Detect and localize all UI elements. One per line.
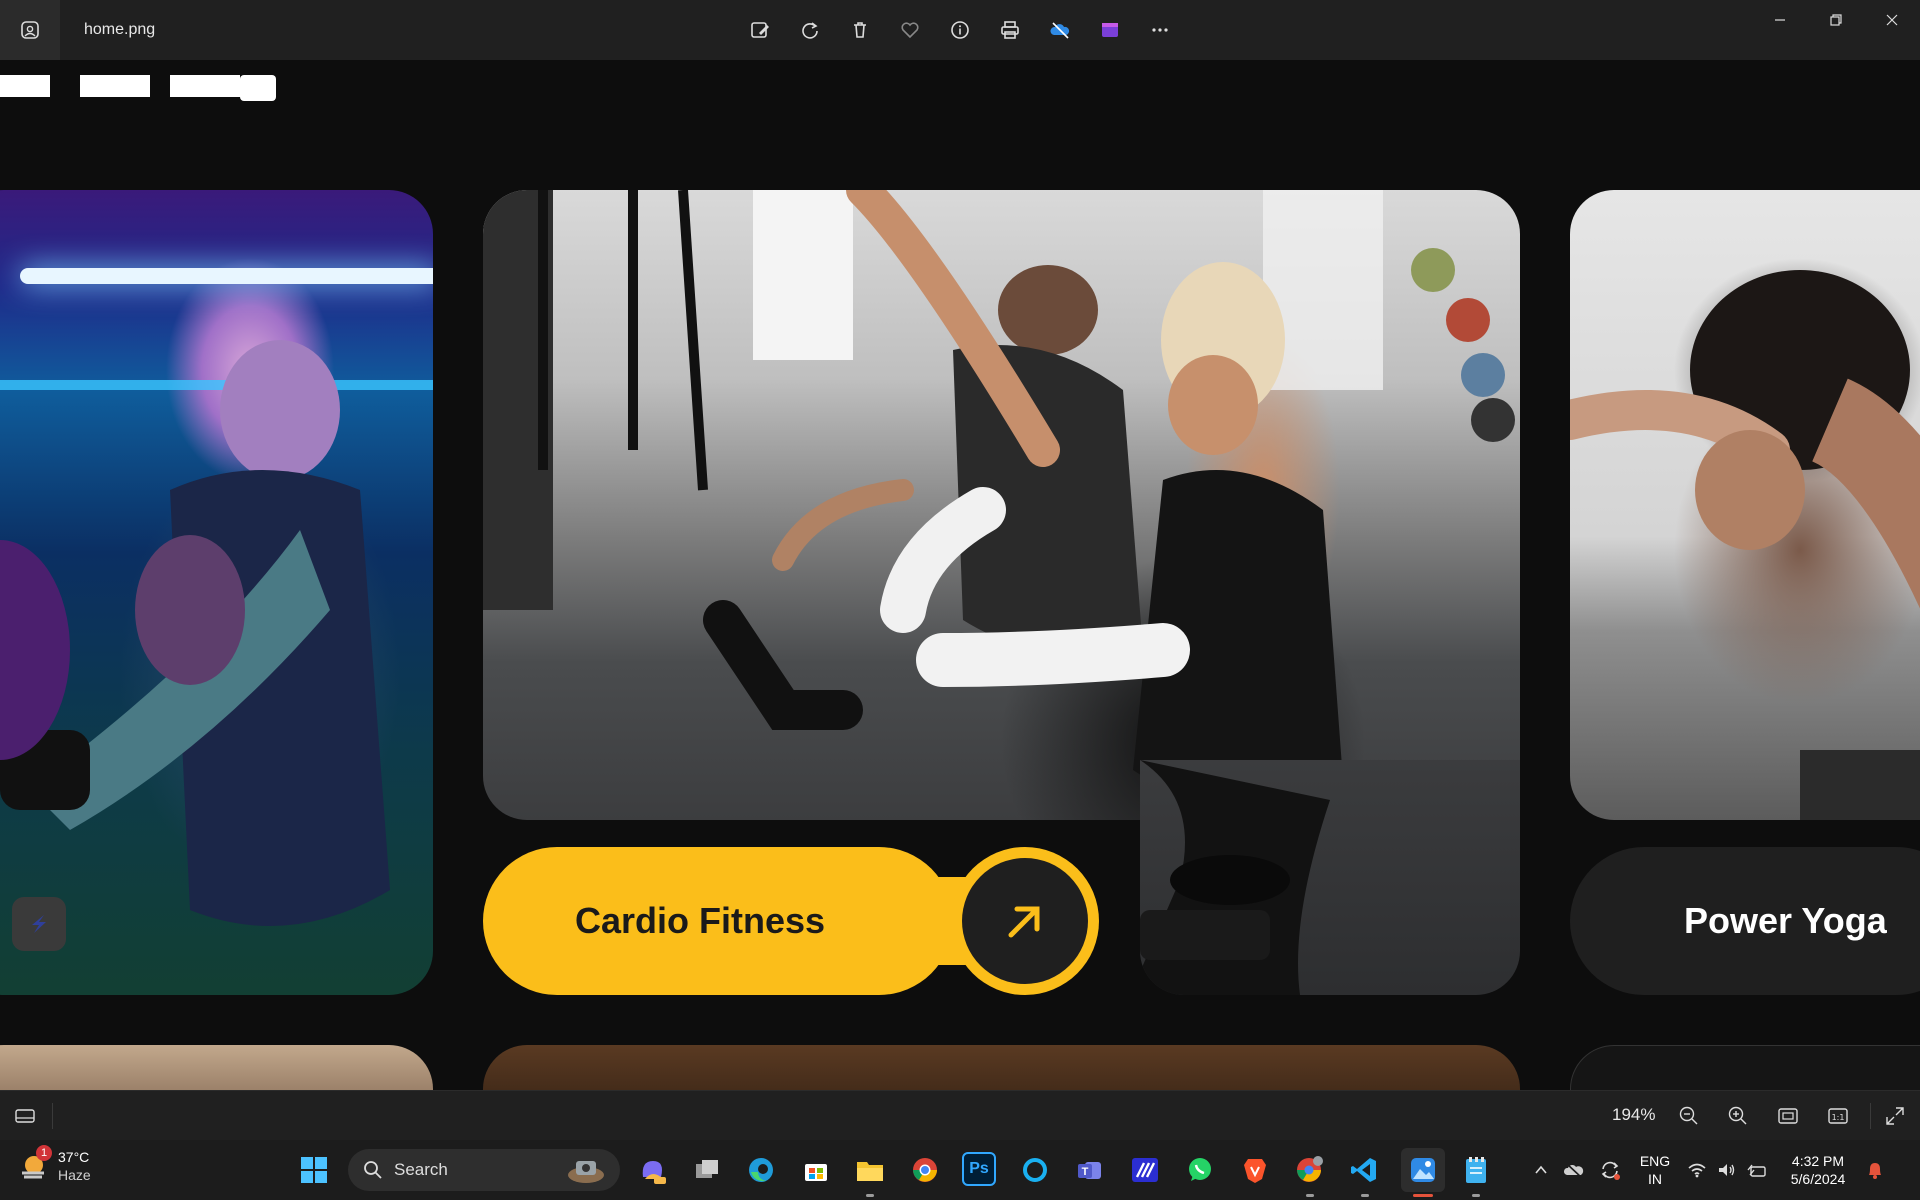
wifi-icon[interactable] xyxy=(1682,1161,1712,1179)
next-row-card xyxy=(0,1045,433,1090)
power-yoga-card-pill: Power Yoga xyxy=(1570,847,1920,995)
filmstrip-icon[interactable] xyxy=(10,1101,40,1131)
weather-condition: Haze xyxy=(58,1167,91,1183)
print-icon[interactable] xyxy=(990,10,1030,50)
sync-icon[interactable] xyxy=(1592,1159,1628,1181)
arrow-button-inner xyxy=(962,858,1088,984)
next-row-card xyxy=(1570,1045,1920,1090)
window-controls xyxy=(1752,0,1920,40)
chevron-up-icon[interactable] xyxy=(1526,1162,1556,1178)
svg-text:1:1: 1:1 xyxy=(1832,1113,1845,1122)
taskbar-search[interactable]: Search xyxy=(348,1149,620,1191)
edit-image-icon[interactable] xyxy=(740,10,780,50)
minimize-icon[interactable] xyxy=(1752,0,1808,40)
onedrive-icon[interactable] xyxy=(1040,10,1080,50)
active-indicator xyxy=(1361,1194,1369,1197)
cardio-class-photo xyxy=(483,190,1520,820)
edge-icon[interactable] xyxy=(743,1152,779,1188)
boxing-class-photo xyxy=(0,190,433,995)
weather-text: 37°C Haze xyxy=(58,1148,91,1184)
store-icon[interactable] xyxy=(798,1152,834,1188)
chrome-profile-icon[interactable] xyxy=(1291,1152,1327,1188)
photos-icon[interactable] xyxy=(1401,1148,1445,1192)
viewer-status-bar: 194% 1:1 xyxy=(0,1090,1920,1141)
active-indicator xyxy=(866,1194,874,1197)
system-tray: ENG IN 4:32 PM 5/6/2024 xyxy=(1526,1140,1892,1200)
search-placeholder: Search xyxy=(394,1160,448,1179)
image-canvas: Cardio Fitness Power Yoga xyxy=(0,60,1920,1090)
zoom-level[interactable]: 194% xyxy=(1612,1105,1655,1125)
active-indicator xyxy=(1472,1194,1480,1197)
chrome-icon[interactable] xyxy=(907,1152,943,1188)
delete-icon[interactable] xyxy=(840,10,880,50)
info-icon[interactable] xyxy=(940,10,980,50)
clock[interactable]: 4:32 PM 5/6/2024 xyxy=(1778,1152,1858,1188)
cropped-heading-fragment xyxy=(0,60,280,122)
rotate-icon[interactable] xyxy=(790,10,830,50)
vscode-icon[interactable] xyxy=(1346,1152,1382,1188)
file-explorer-icon[interactable] xyxy=(852,1152,888,1188)
next-row-card xyxy=(483,1045,1520,1090)
onedrive-status-icon[interactable] xyxy=(1556,1160,1592,1180)
clock-date: 5/6/2024 xyxy=(1790,1171,1846,1187)
language-indicator[interactable]: ENG IN xyxy=(1628,1152,1682,1188)
windows-start-icon[interactable] xyxy=(296,1152,332,1188)
notification-badge: 1 xyxy=(36,1145,52,1161)
taskbar: 1 37°C Haze Search Ps T ENG IN 4:32 PM 5… xyxy=(0,1140,1920,1200)
cardio-fitness-label-bg: Cardio Fitness xyxy=(483,847,953,995)
file-name: home.png xyxy=(84,21,156,38)
active-indicator xyxy=(1413,1194,1433,1197)
power-yoga-label: Power Yoga xyxy=(1684,900,1887,941)
yoga-class-photo xyxy=(1570,190,1920,820)
battery-icon[interactable] xyxy=(1742,1161,1772,1179)
weather-icon: 1 xyxy=(18,1145,52,1181)
yoga-figure xyxy=(1570,270,1920,820)
zoom-out-icon[interactable] xyxy=(1674,1101,1704,1131)
weather-temp: 37°C xyxy=(58,1149,90,1165)
weather-widget[interactable]: 1 37°C Haze xyxy=(18,1145,91,1184)
brave-icon[interactable] xyxy=(1237,1152,1273,1188)
cortana-icon[interactable] xyxy=(1017,1152,1053,1188)
search-icon xyxy=(364,1161,382,1179)
actual-size-icon[interactable]: 1:1 xyxy=(1823,1101,1853,1131)
fit-icon[interactable] xyxy=(1773,1101,1803,1131)
title-bar: home.png xyxy=(0,0,1920,60)
whatsapp-icon[interactable] xyxy=(1182,1152,1218,1188)
restore-icon[interactable] xyxy=(1808,0,1864,40)
divider xyxy=(1870,1103,1871,1129)
close-icon[interactable] xyxy=(1864,0,1920,40)
clock-time: 4:32 PM xyxy=(1791,1153,1845,1169)
image-toolbar xyxy=(740,10,1180,50)
svg-text:T: T xyxy=(1082,1166,1089,1178)
arrow-up-right-icon xyxy=(1008,906,1040,938)
trainers-figure xyxy=(483,190,1515,803)
cardio-fitness-arrow-button xyxy=(951,847,1099,995)
active-indicator xyxy=(1306,1194,1314,1197)
copilot-icon[interactable] xyxy=(634,1152,670,1188)
teams-icon[interactable]: T xyxy=(1072,1152,1108,1188)
search-highlight-icon xyxy=(566,1155,606,1185)
boxer-figure xyxy=(0,340,390,926)
task-view-icon[interactable] xyxy=(689,1152,725,1188)
divider xyxy=(52,1103,53,1129)
photoshop-icon[interactable]: Ps xyxy=(962,1152,996,1186)
photoshop-label: Ps xyxy=(969,1160,989,1177)
zoho-icon[interactable] xyxy=(1127,1152,1163,1188)
notification-bell-icon[interactable] xyxy=(1858,1160,1892,1180)
clipchamp-icon[interactable] xyxy=(1090,10,1130,50)
cardio-photo-extension xyxy=(1140,760,1520,995)
photos-app-icon xyxy=(0,0,60,60)
notepad-icon[interactable] xyxy=(1458,1152,1494,1188)
zoom-in-icon[interactable] xyxy=(1723,1101,1753,1131)
favorite-icon[interactable] xyxy=(890,10,930,50)
brand-logo-badge xyxy=(12,897,66,951)
cardio-fitness-label: Cardio Fitness xyxy=(575,900,826,941)
region-code: IN xyxy=(1648,1171,1662,1187)
language-code: ENG xyxy=(1639,1153,1671,1169)
cardio-fitness-card-pill: Cardio Fitness xyxy=(483,847,1099,995)
more-icon[interactable] xyxy=(1140,10,1180,50)
volume-icon[interactable] xyxy=(1712,1161,1742,1179)
fullscreen-icon[interactable] xyxy=(1880,1101,1910,1131)
